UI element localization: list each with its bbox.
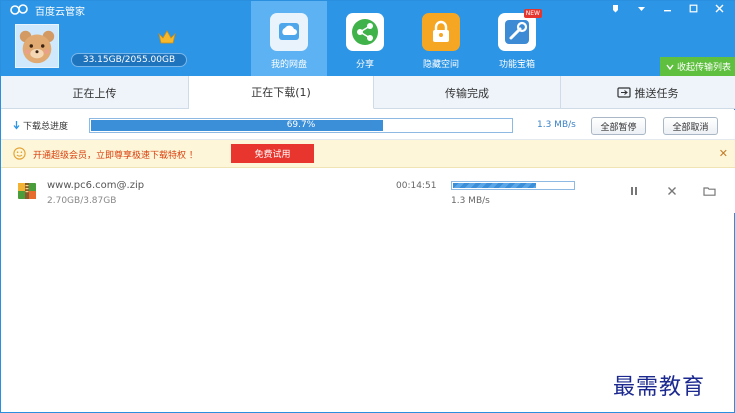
nav-my-disk[interactable]: 我的网盘 [251,1,327,76]
window-controls [602,1,732,15]
tab-push-tasks[interactable]: 推送任务 [561,76,734,109]
file-progress-bar [451,181,575,190]
smile-icon [13,147,26,160]
watermark-text: 最需教育 [613,375,706,400]
close-icon[interactable] [706,1,732,15]
app-title: 百度云管家 [9,3,85,18]
nav-toolbox[interactable]: NEW 功能宝箱 [479,1,555,76]
zip-file-icon [18,183,36,199]
tab-completed[interactable]: 传输完成 [374,76,561,109]
tools-icon: NEW [498,9,542,51]
app-window: 百度云管家 33.15GB/2055.00GB 我的网盘 分享 隐藏空间 NEW… [0,0,735,413]
share-icon [346,13,384,51]
download-item[interactable]: www.pc6.com@.zip 2.70GB/3.87GB 00:14:51 … [1,168,735,213]
tab-push-tasks-label: 推送任务 [634,86,679,100]
free-trial-button[interactable]: 免费试用 [231,144,314,163]
file-size: 2.70GB/3.87GB [47,196,117,206]
nav-label: 隐藏空间 [422,60,459,70]
file-progress-fill [453,183,537,188]
file-name: www.pc6.com@.zip [47,180,145,191]
nav-hidden-space[interactable]: 隐藏空间 [403,1,479,76]
download-arrow-icon [13,121,20,130]
vip-promo-bar: 开通超级会员，立即尊享极速下载特权 ！ 免费试用 ✕ [1,140,735,168]
overall-speed: 1.3 MB/s [537,120,576,130]
storage-quota: 33.15GB/2055.00GB [71,53,187,67]
close-icon[interactable]: ✕ [719,147,728,160]
nav-label: 我的网盘 [270,60,307,70]
push-task-icon [616,87,631,98]
crown-icon [158,30,176,44]
lock-icon [422,13,460,51]
folder-icon[interactable] [702,184,716,198]
pause-icon[interactable] [627,184,641,198]
pause-all-button[interactable]: 全部暂停 [591,117,646,135]
new-badge: NEW [523,9,542,18]
nav-share[interactable]: 分享 [327,1,403,76]
overall-progress-label-text: 下载总进度 [23,122,69,132]
tab-uploading[interactable]: 正在上传 [1,76,189,109]
cloud-icon [270,13,308,51]
transfer-tabs: 正在上传 正在下载(1) 传输完成 推送任务 [1,76,735,109]
overall-progress-label: 下载总进度 [13,119,68,132]
avatar[interactable] [15,24,59,68]
time-remaining: 00:14:51 [396,181,437,191]
overall-progress-row: 下载总进度 69.7% 1.3 MB/s 全部暂停 全部取消 [1,110,735,140]
main-nav: 我的网盘 分享 隐藏空间 NEW 功能宝箱 [251,1,555,76]
minimize-icon[interactable] [654,1,680,15]
collapse-transfer-list-label: 收起传输列表 [677,63,732,73]
overall-progress-bar: 69.7% [89,118,513,133]
promo-text: 开通超级会员，立即尊享极速下载特权 ！ [33,151,198,161]
cancel-icon[interactable] [665,184,679,198]
overall-progress-percent: 69.7% [286,120,316,130]
collapse-transfer-list-button[interactable]: 收起传输列表 [660,57,735,76]
menu-icon[interactable] [628,1,654,15]
nav-label: 功能宝箱 [498,60,535,70]
file-speed: 1.3 MB/s [451,196,490,206]
tab-downloading[interactable]: 正在下载(1) [189,76,374,109]
app-title-text: 百度云管家 [35,6,85,18]
cancel-all-button[interactable]: 全部取消 [663,117,718,135]
maximize-icon[interactable] [680,1,706,15]
skin-icon[interactable] [602,1,628,15]
baidu-cloud-logo-icon [10,4,28,15]
header-bar: 百度云管家 33.15GB/2055.00GB 我的网盘 分享 隐藏空间 NEW… [1,1,735,76]
chevron-down-icon [666,64,674,70]
nav-label: 分享 [355,60,374,70]
bear-avatar-icon [19,30,55,64]
